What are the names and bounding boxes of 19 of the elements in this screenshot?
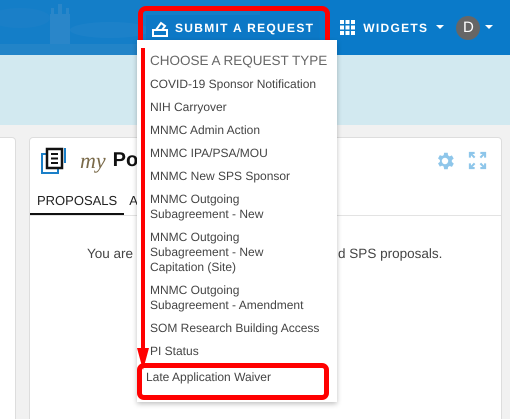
menu-item[interactable]: MNMC Outgoing Subagreement - New Capitation (Site) <box>150 226 337 279</box>
menu-item[interactable]: NIH Carryover <box>150 96 337 119</box>
menu-item[interactable]: MNMC Admin Action <box>150 119 337 142</box>
menu-heading: CHOOSE A REQUEST TYPE <box>150 53 328 68</box>
menu-item[interactable]: MNMC IPA/PSA/MOU <box>150 142 337 165</box>
tab[interactable]: A <box>124 187 145 215</box>
menu-item[interactable]: Late Application Waiver <box>137 363 329 400</box>
menu-item[interactable]: COVID-19 Sponsor Notification <box>150 73 337 96</box>
menu-item[interactable]: PI Status <box>150 340 337 363</box>
menu-item[interactable]: SOM Research Building Access <box>150 317 337 340</box>
title-prefix: my <box>80 148 106 174</box>
menu-item[interactable]: MNMC Outgoing Subagreement - New <box>150 188 337 226</box>
card-title: Po <box>112 149 138 172</box>
tab[interactable]: PROPOSALS <box>30 187 124 215</box>
menu-item[interactable]: MNMC New SPS Sponsor <box>150 165 337 188</box>
message-text: d SPS proposals. <box>338 246 442 261</box>
widgets-menu[interactable]: WIDGETS <box>340 20 444 35</box>
message-text: You are <box>87 246 134 261</box>
menu-item[interactable]: MNMC Outgoing Subagreement - Amendment <box>150 279 337 317</box>
